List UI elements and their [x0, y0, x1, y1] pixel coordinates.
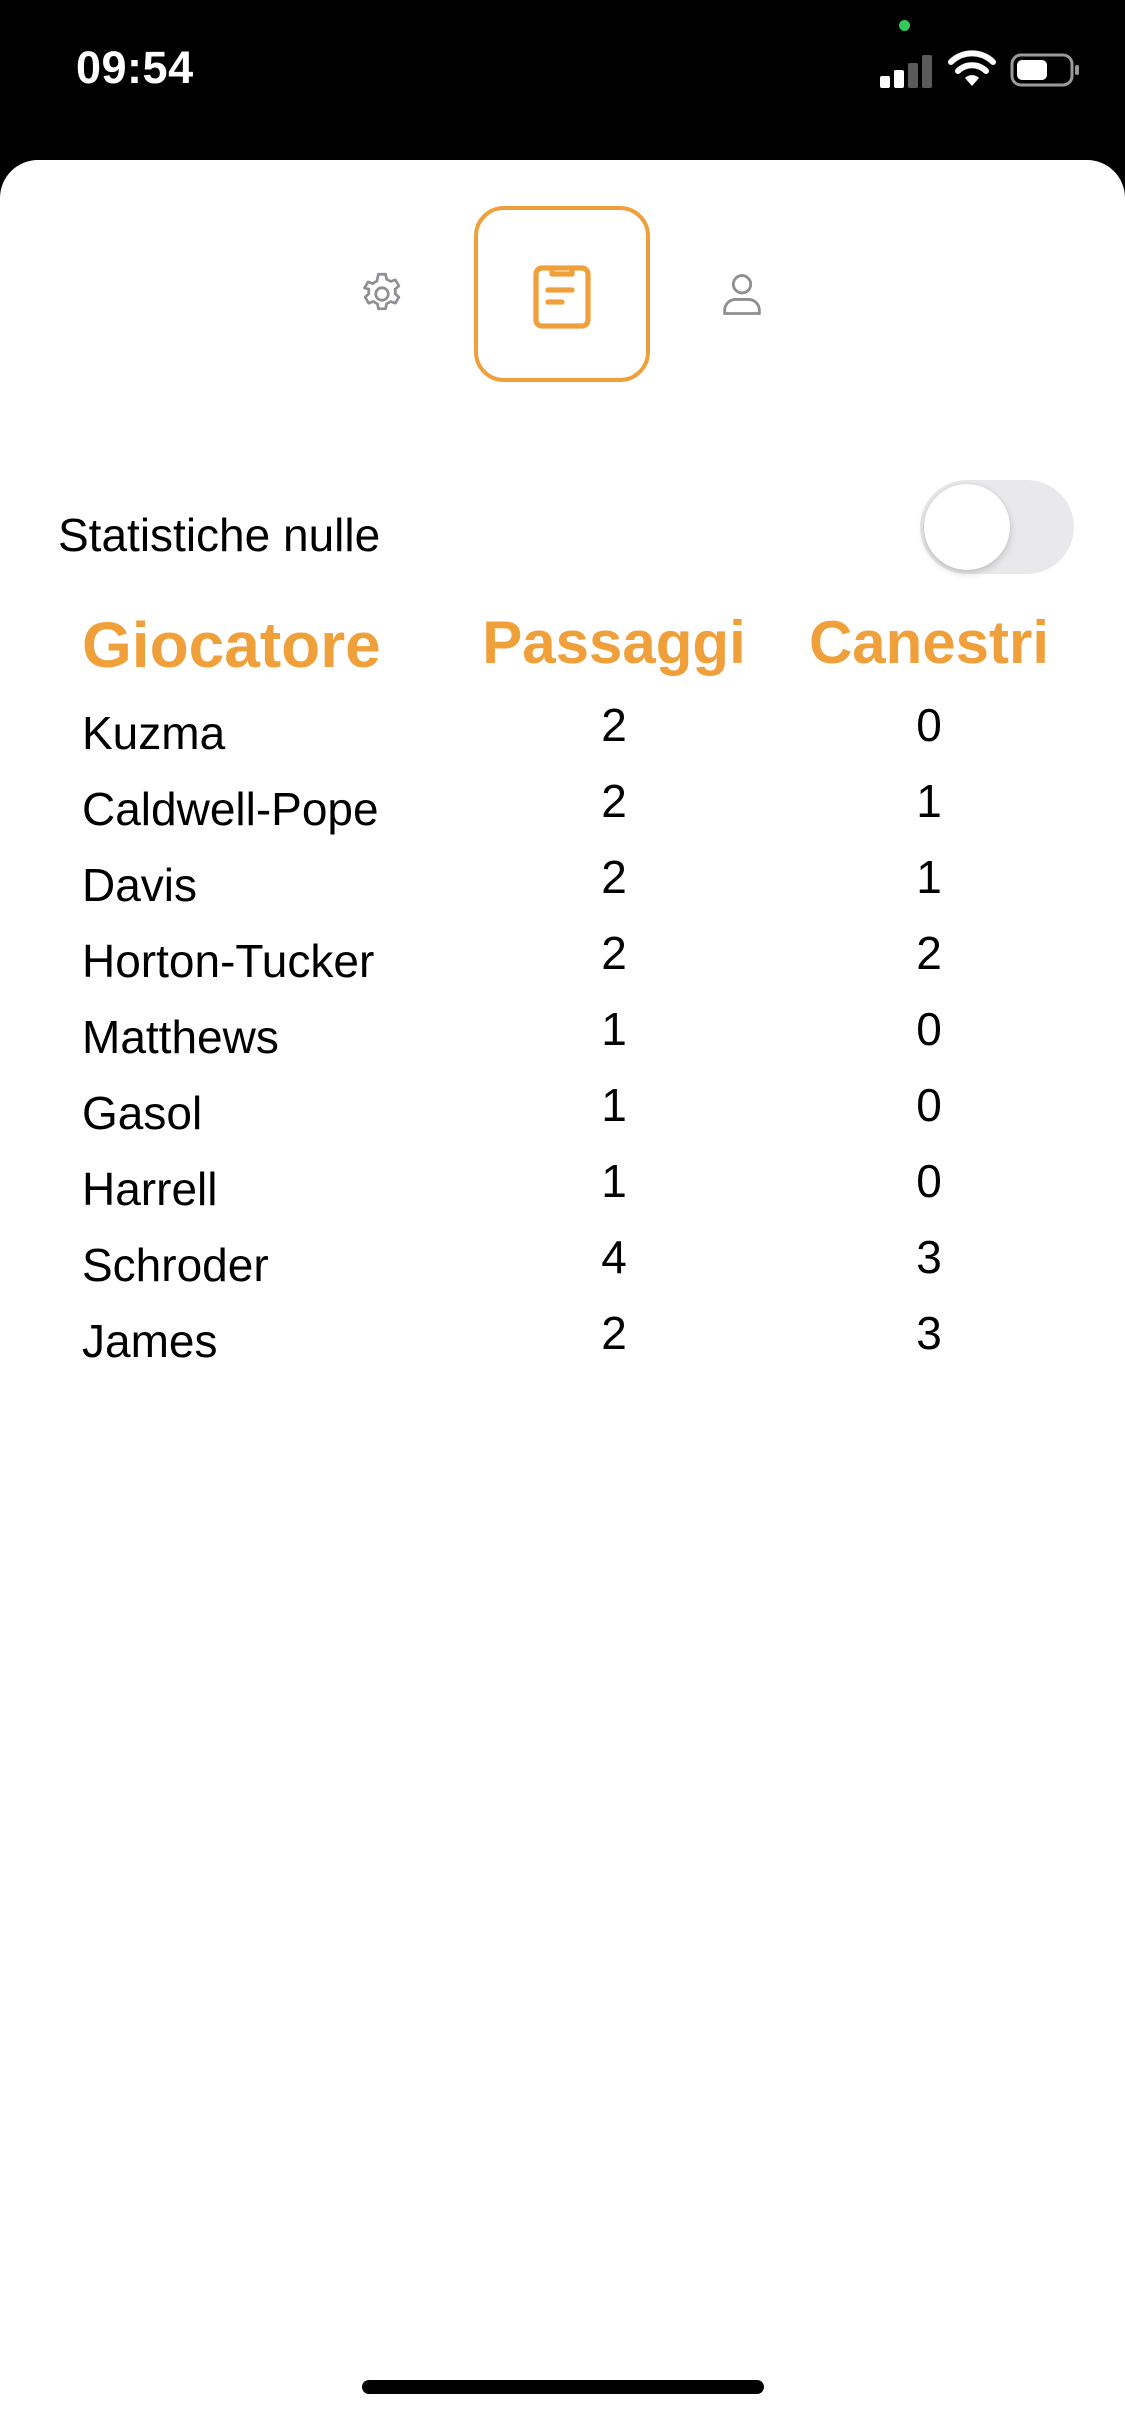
- table-row: Davis 2 1: [0, 850, 1125, 926]
- cell-passes: 2: [601, 927, 627, 979]
- cellular-signal-icon: [880, 52, 934, 88]
- cell-baskets: 1: [916, 775, 942, 827]
- cell-passes: 1: [601, 1079, 627, 1131]
- status-bar: 09:54: [0, 0, 1125, 160]
- table-header: Giocatore Passaggi Canestri: [0, 608, 1125, 698]
- cell-passes: 4: [601, 1231, 627, 1283]
- clipboard-icon: [533, 265, 591, 329]
- cell-player: Gasol: [82, 1087, 203, 1139]
- cell-passes: 2: [601, 1307, 627, 1359]
- tab-profile[interactable]: [654, 206, 830, 382]
- cell-baskets: 0: [916, 1155, 942, 1207]
- toggle-knob: [924, 484, 1010, 570]
- privacy-indicator-dot: [899, 20, 910, 31]
- wifi-icon: [948, 50, 996, 86]
- cell-player: Caldwell-Pope: [82, 783, 379, 835]
- cell-passes: 2: [601, 699, 627, 751]
- cell-player: Horton-Tucker: [82, 935, 375, 987]
- cell-passes: 2: [601, 851, 627, 903]
- stats-sheet: Statistiche nulle Giocatore Passaggi Can…: [0, 160, 1125, 2436]
- table-row: Kuzma 2 0: [0, 698, 1125, 774]
- cell-passes: 1: [601, 1155, 627, 1207]
- cell-passes: 2: [601, 775, 627, 827]
- table-row: Harrell 1 0: [0, 1154, 1125, 1230]
- person-icon: [723, 274, 761, 315]
- null-stats-toggle[interactable]: [920, 480, 1074, 574]
- tab-settings[interactable]: [294, 206, 470, 382]
- stats-table: Giocatore Passaggi Canestri Kuzma 2 0 Ca…: [0, 608, 1125, 1382]
- tab-stats[interactable]: [474, 206, 650, 382]
- gear-icon: [363, 272, 401, 311]
- null-stats-label: Statistiche nulle: [58, 509, 381, 561]
- cell-player: Davis: [82, 859, 198, 911]
- cell-baskets: 0: [916, 699, 942, 751]
- cell-player: Schroder: [82, 1239, 269, 1291]
- cell-player: Harrell: [82, 1163, 218, 1215]
- table-row: James 2 3: [0, 1306, 1125, 1382]
- cell-player: Matthews: [82, 1011, 279, 1063]
- header-player: Giocatore: [82, 609, 381, 681]
- cell-baskets: 0: [916, 1003, 942, 1055]
- home-indicator[interactable]: [362, 2380, 764, 2394]
- status-time: 09:54: [76, 42, 194, 93]
- null-stats-toggle-row: Statistiche nulle: [0, 480, 1125, 580]
- cell-player: Kuzma: [82, 707, 226, 759]
- header-passes: Passaggi: [482, 609, 746, 676]
- table-row: Caldwell-Pope 2 1: [0, 774, 1125, 850]
- table-row: Matthews 1 0: [0, 1002, 1125, 1078]
- cell-player: James: [82, 1315, 218, 1367]
- cell-baskets: 3: [916, 1307, 942, 1359]
- table-rows: Kuzma 2 0 Caldwell-Pope 2 1 Davis 2 1 Ho…: [0, 698, 1125, 1382]
- table-row: Horton-Tucker 2 2: [0, 926, 1125, 1002]
- tab-bar: [0, 206, 1125, 382]
- cell-baskets: 3: [916, 1231, 942, 1283]
- battery-icon: [1010, 53, 1079, 87]
- table-row: Gasol 1 0: [0, 1078, 1125, 1154]
- cell-passes: 1: [601, 1003, 627, 1055]
- table-row: Schroder 4 3: [0, 1230, 1125, 1306]
- cell-baskets: 1: [916, 851, 942, 903]
- cell-baskets: 0: [916, 1079, 942, 1131]
- header-baskets: Canestri: [808, 609, 1050, 676]
- cell-baskets: 2: [916, 927, 942, 979]
